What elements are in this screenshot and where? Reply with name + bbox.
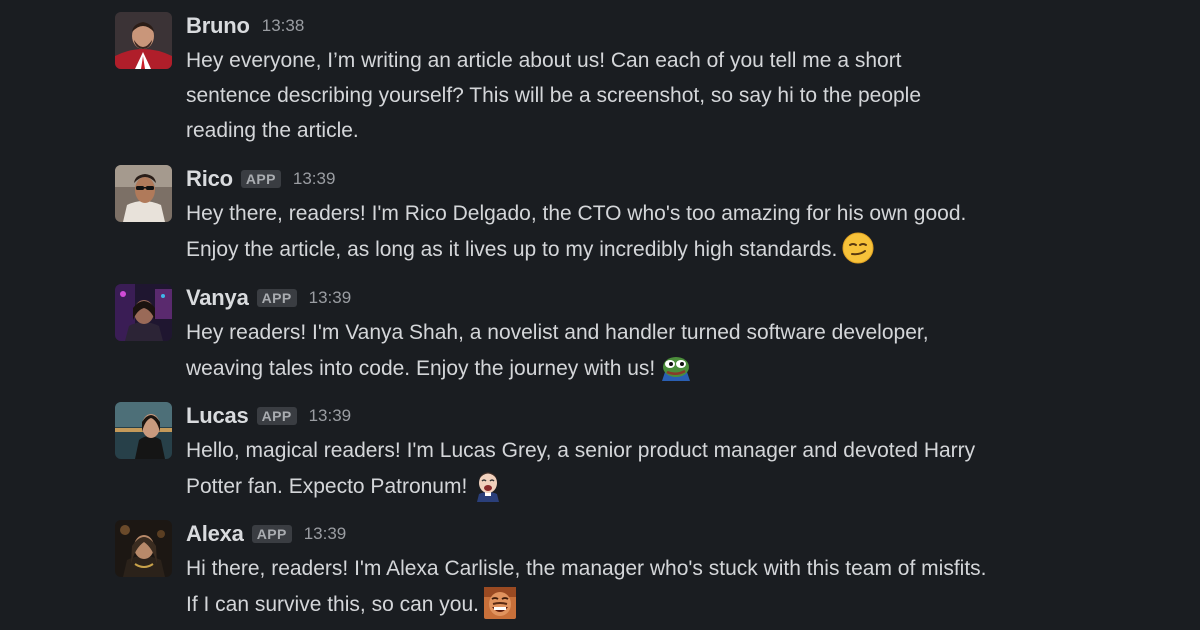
message-line: Hey everyone, I’m writing an article abo… <box>186 49 902 72</box>
message-text: Hey there, readers! I'm Rico Delgado, th… <box>186 196 1175 267</box>
laughing-man-emoji <box>483 586 517 620</box>
message-timestamp[interactable]: 13:39 <box>293 169 336 189</box>
alexa-avatar[interactable] <box>115 520 172 577</box>
message-line-with-emoji: Potter fan. Expecto Patronum! <box>186 468 1175 504</box>
message-line: Hello, magical readers! I'm Lucas Grey, … <box>186 439 976 462</box>
message-line: If I can survive this, so can you. <box>186 593 479 616</box>
message-line: Hey there, readers! I'm Rico Delgado, th… <box>186 202 967 225</box>
message-line-with-emoji: Enjoy the article, as long as it lives u… <box>186 231 1175 267</box>
sender-name[interactable]: Alexa <box>186 521 244 547</box>
message-line: weaving tales into code. Enjoy the journ… <box>186 357 656 380</box>
message-timestamp[interactable]: 13:39 <box>304 524 347 544</box>
message-line: Hi there, readers! I'm Alexa Carlisle, t… <box>186 557 987 580</box>
message-timestamp[interactable]: 13:38 <box>262 16 305 36</box>
sender-name[interactable]: Lucas <box>186 403 249 429</box>
pepe-emoji <box>659 350 693 384</box>
message: Bruno 13:38 Hey everyone, I’m writing an… <box>115 12 1175 148</box>
message-feed: Bruno 13:38 Hey everyone, I’m writing an… <box>0 0 1200 630</box>
message: Lucas APP 13:39 Hello, magical readers! … <box>115 402 1175 504</box>
message-line: Enjoy the article, as long as it lives u… <box>186 238 838 261</box>
sender-name[interactable]: Vanya <box>186 285 249 311</box>
message: Rico APP 13:39 Hey there, readers! I'm R… <box>115 165 1175 267</box>
message-text: Hey readers! I'm Vanya Shah, a novelist … <box>186 315 1175 386</box>
lucas-avatar[interactable] <box>115 402 172 459</box>
message-line: reading the article. <box>186 119 359 142</box>
app-badge: APP <box>251 525 292 543</box>
app-badge: APP <box>256 289 297 307</box>
message-text: Hi there, readers! I'm Alexa Carlisle, t… <box>186 551 1175 622</box>
message: Vanya APP 13:39 Hey readers! I'm Vanya S… <box>115 284 1175 386</box>
message-line: sentence describing yourself? This will … <box>186 84 922 107</box>
message-text: Hey everyone, I’m writing an article abo… <box>186 43 1175 148</box>
message-line: Hey readers! I'm Vanya Shah, a novelist … <box>186 321 929 344</box>
message-line-with-emoji: If I can survive this, so can you. <box>186 586 1175 622</box>
rico-avatar[interactable] <box>115 165 172 222</box>
sender-name[interactable]: Rico <box>186 166 233 192</box>
app-badge: APP <box>240 170 281 188</box>
app-badge: APP <box>256 407 297 425</box>
bruno-avatar[interactable] <box>115 12 172 69</box>
message-timestamp[interactable]: 13:39 <box>309 288 352 308</box>
message: Alexa APP 13:39 Hi there, readers! I'm A… <box>115 520 1175 622</box>
message-line-with-emoji: weaving tales into code. Enjoy the journ… <box>186 350 1175 386</box>
message-timestamp[interactable]: 13:39 <box>309 406 352 426</box>
laughing-person-emoji <box>471 468 505 502</box>
sender-name[interactable]: Bruno <box>186 13 250 39</box>
smirk-emoji <box>841 231 875 265</box>
message-text: Hello, magical readers! I'm Lucas Grey, … <box>186 433 1175 504</box>
vanya-avatar[interactable] <box>115 284 172 341</box>
message-line: Potter fan. Expecto Patronum! <box>186 475 468 498</box>
